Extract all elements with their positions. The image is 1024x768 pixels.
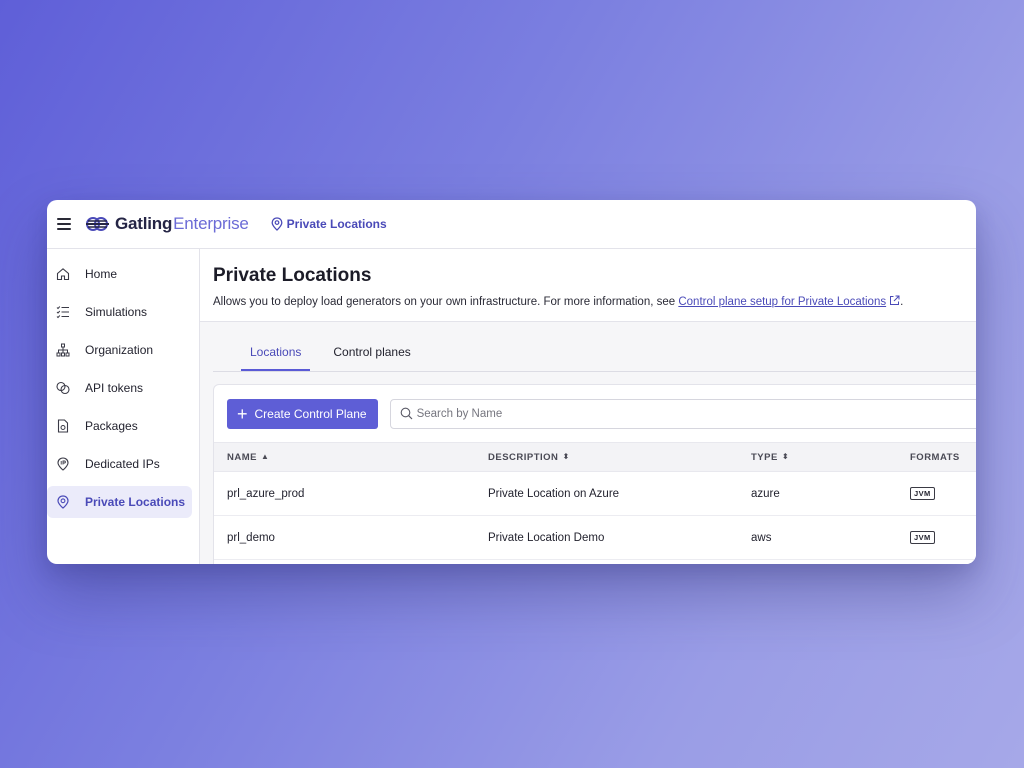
- tab-bar: Locations Control planes: [213, 322, 976, 372]
- sidebar-item-organization[interactable]: Organization: [47, 334, 192, 366]
- control-plane-setup-link[interactable]: Control plane setup for Private Location…: [678, 296, 886, 308]
- column-header-description[interactable]: DESCRIPTION ⬍: [475, 443, 738, 472]
- column-header-name[interactable]: NAME ▲: [214, 443, 475, 472]
- tokens-icon: [56, 381, 70, 395]
- page-description: Allows you to deploy load generators on …: [213, 295, 976, 308]
- search-box[interactable]: [389, 398, 976, 429]
- external-link-icon: [890, 295, 900, 305]
- cell-formats: JVM: [897, 472, 976, 516]
- brand-name-light: Enterprise: [173, 214, 249, 233]
- checklist-icon: [56, 306, 69, 319]
- table-row[interactable]: prl_demo Private Location Demo aws JVM: [214, 516, 976, 560]
- page-description-end: .: [900, 296, 904, 308]
- breadcrumb-label: Private Locations: [286, 217, 387, 231]
- gatling-logo-icon: [86, 217, 109, 231]
- top-bar: GatlingEnterprise Private Locations: [47, 200, 976, 249]
- create-control-plane-button[interactable]: + Create Control Plane: [227, 398, 378, 429]
- column-header-formats: FORMATS: [910, 451, 960, 463]
- sort-icon: ⬍: [562, 451, 570, 461]
- cell-name: prl_azure_prod: [227, 487, 305, 500]
- column-header-label: TYPE: [751, 451, 778, 463]
- column-header-type[interactable]: TYPE ⬍: [738, 443, 897, 472]
- brand-name: GatlingEnterprise: [115, 214, 249, 234]
- locations-table: NAME ▲ DESCRIPTION ⬍ TYPE ⬍ FORMATS prl_azu…: [214, 442, 976, 560]
- column-header-label: NAME: [227, 451, 257, 463]
- brand-name-bold: Gatling: [115, 214, 173, 233]
- sidebar-item-label: Private Locations: [85, 495, 186, 509]
- org-tree-icon: [56, 343, 70, 357]
- breadcrumb[interactable]: Private Locations: [271, 217, 387, 231]
- sort-asc-icon: ▲: [260, 451, 270, 461]
- app-window: GatlingEnterprise Private Locations Home…: [47, 200, 976, 564]
- create-control-plane-label: Create Control Plane: [254, 406, 367, 421]
- cell-type: aws: [751, 531, 772, 544]
- sidebar-item-label: Dedicated IPs: [85, 457, 160, 471]
- main-content: Private Locations Allows you to deploy l…: [200, 249, 976, 564]
- sidebar-item-private-locations[interactable]: Private Locations: [47, 486, 192, 518]
- search-icon: [400, 407, 413, 420]
- cell-name: prl_demo: [227, 531, 275, 544]
- home-icon: [56, 268, 70, 281]
- location-pin-icon: [57, 495, 69, 509]
- ip-pin-icon: [57, 457, 69, 471]
- table-header-row: NAME ▲ DESCRIPTION ⬍ TYPE ⬍ FORMATS: [214, 442, 976, 472]
- tab-locations[interactable]: Locations: [241, 345, 311, 371]
- sidebar-item-label: API tokens: [85, 381, 144, 395]
- page-header: Private Locations Allows you to deploy l…: [200, 249, 976, 322]
- page-description-text: Allows you to deploy load generators on …: [213, 296, 679, 308]
- locations-panel: + Create Control Plane NAME▲ DESCRIPTION…: [213, 384, 976, 564]
- format-badge: JVM: [910, 531, 935, 544]
- page-title: Private Locations: [213, 265, 372, 286]
- tab-control-planes[interactable]: Control planes: [324, 345, 419, 371]
- sidebar-item-home[interactable]: Home: [47, 258, 192, 290]
- sidebar: Home Simulations Organization API tokens…: [47, 249, 200, 564]
- sidebar-item-api-tokens[interactable]: API tokens: [47, 372, 192, 404]
- sidebar-item-simulations[interactable]: Simulations: [47, 296, 192, 328]
- sidebar-item-packages[interactable]: Packages: [47, 410, 192, 442]
- sidebar-item-dedicated-ips[interactable]: Dedicated IPs: [47, 448, 192, 480]
- location-pin-icon: [271, 217, 283, 231]
- column-header-label: DESCRIPTION: [488, 451, 559, 463]
- toolbar: + Create Control Plane: [214, 385, 976, 442]
- sort-icon: ⬍: [781, 451, 790, 461]
- sidebar-item-label: Organization: [85, 343, 154, 357]
- hamburger-menu-icon[interactable]: [57, 218, 71, 230]
- brand-logo[interactable]: GatlingEnterprise: [85, 214, 249, 234]
- package-icon: [57, 419, 69, 433]
- search-input[interactable]: [416, 407, 957, 420]
- cell-description: Private Location on Azure: [488, 487, 620, 500]
- sidebar-item-label: Home: [85, 267, 118, 281]
- cell-description: Private Location Demo: [488, 531, 605, 544]
- plus-icon: +: [237, 403, 248, 424]
- format-badge: JVM: [910, 487, 935, 500]
- cell-type: azure: [751, 487, 780, 500]
- sidebar-item-label: Simulations: [85, 305, 148, 319]
- table-row[interactable]: prl_azure_prod Private Location on Azure…: [214, 472, 976, 516]
- cell-formats: JVM: [897, 516, 976, 560]
- sidebar-item-label: Packages: [85, 419, 138, 433]
